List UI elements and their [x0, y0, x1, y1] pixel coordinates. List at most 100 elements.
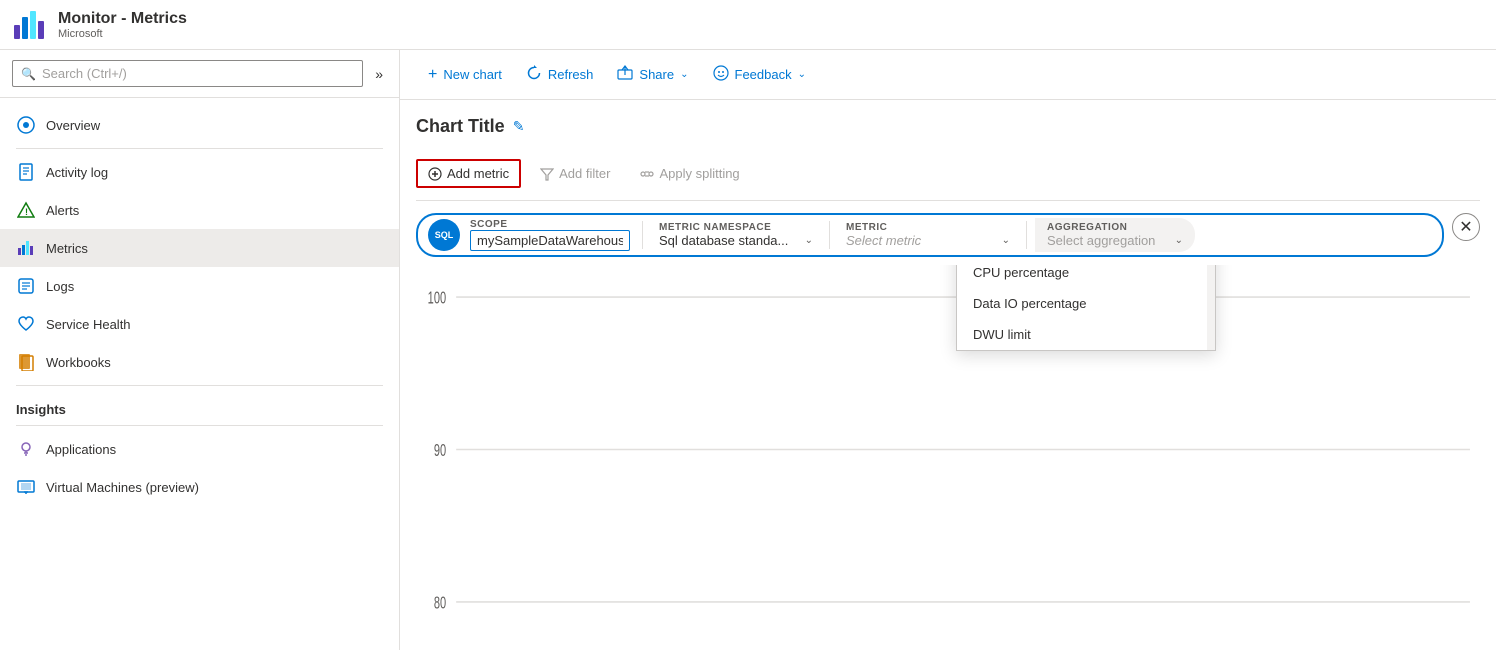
svg-text:80: 80	[434, 594, 446, 613]
search-box[interactable]: 🔍 Search (Ctrl+/)	[12, 60, 363, 87]
metric-group: METRIC Select metric ⌄	[838, 222, 1018, 248]
feedback-icon	[713, 65, 729, 84]
chart-area: Chart Title ✎ Add metric Add filter Appl…	[400, 100, 1496, 650]
namespace-select[interactable]: Sql database standa... ⌄	[659, 233, 813, 248]
heart-icon	[16, 314, 36, 334]
namespace-label: METRIC NAMESPACE	[659, 222, 809, 233]
chart-svg: 100 90 80	[416, 265, 1480, 634]
alerts-label: Alerts	[46, 203, 79, 218]
new-chart-button[interactable]: + New chart	[416, 60, 514, 90]
service-health-label: Service Health	[46, 317, 131, 332]
refresh-icon	[526, 65, 542, 84]
refresh-label: Refresh	[548, 67, 594, 82]
field-separator-1	[642, 221, 643, 249]
edit-title-icon[interactable]: ✎	[513, 118, 525, 135]
sidebar-item-overview[interactable]: Overview	[0, 106, 399, 144]
content-toolbar: + New chart Refresh Share ⌄	[400, 50, 1496, 100]
metric-chevron-icon: ⌄	[1002, 235, 1010, 246]
sidebar-item-workbooks[interactable]: Workbooks	[0, 343, 399, 381]
logs-label: Logs	[46, 279, 74, 294]
share-button[interactable]: Share ⌄	[605, 59, 700, 90]
field-separator-2	[829, 221, 830, 249]
circle-icon	[16, 115, 36, 135]
logs-icon	[16, 276, 36, 296]
dropdown-item-data-io-percentage[interactable]: Data IO percentage	[957, 288, 1215, 319]
feedback-button[interactable]: Feedback ⌄	[701, 59, 818, 90]
chart-title: Chart Title	[416, 116, 505, 137]
search-placeholder: Search (Ctrl+/)	[42, 66, 127, 81]
add-metric-label: Add metric	[447, 166, 509, 181]
svg-text:90: 90	[434, 442, 446, 461]
remove-metric-button[interactable]: ✕	[1452, 213, 1480, 241]
sidebar-item-virtual-machines[interactable]: Virtual Machines (preview)	[0, 468, 399, 506]
sidebar-item-metrics[interactable]: Metrics	[0, 229, 399, 267]
app-title: Monitor - Metrics	[58, 10, 187, 28]
content-area: + New chart Refresh Share ⌄	[400, 50, 1496, 650]
sidebar-item-service-health[interactable]: Service Health	[0, 305, 399, 343]
sidebar-item-alerts[interactable]: ! Alerts	[0, 191, 399, 229]
add-filter-label: Add filter	[559, 166, 610, 181]
plus-icon: +	[428, 66, 437, 84]
app-subtitle: Microsoft	[58, 28, 187, 40]
sidebar-item-activity-log[interactable]: Activity log	[0, 153, 399, 191]
main-layout: 🔍 Search (Ctrl+/) » Overview Activity lo…	[0, 50, 1496, 650]
dropdown-item-cpu-percentage[interactable]: CPU percentage	[957, 265, 1215, 288]
chart-icon	[16, 238, 36, 258]
aggregation-label: AGGREGATION	[1047, 222, 1179, 233]
add-filter-icon	[540, 167, 554, 181]
collapse-sidebar-button[interactable]: »	[371, 62, 387, 86]
scope-label: SCOPE	[470, 219, 626, 230]
add-metric-button[interactable]: Add metric	[416, 159, 521, 188]
aggregation-chevron-icon: ⌄	[1175, 235, 1183, 246]
metric-label: METRIC	[846, 222, 1006, 233]
aggregation-select[interactable]: Select aggregation ⌄	[1047, 233, 1183, 248]
metric-placeholder: Select metric	[846, 233, 921, 248]
share-label: Share	[639, 67, 674, 82]
dropdown-item-dwu-limit[interactable]: DWU limit	[957, 319, 1215, 350]
add-metric-icon	[428, 167, 442, 181]
aggregation-placeholder: Select aggregation	[1047, 233, 1155, 248]
namespace-chevron-icon: ⌄	[805, 235, 813, 246]
activity-log-label: Activity log	[46, 165, 108, 180]
sidebar-nav: Overview Activity log ! Alerts	[0, 98, 399, 514]
share-chevron-icon: ⌄	[680, 69, 688, 80]
chart-grid: 100 90 80 BASIC Active queries Blocked b…	[416, 265, 1480, 634]
metric-row: SQL SCOPE METRIC NAMESPACE Sql database …	[416, 213, 1444, 257]
apply-splitting-button[interactable]: Apply splitting	[629, 160, 750, 187]
aggregation-group: AGGREGATION Select aggregation ⌄	[1035, 218, 1195, 252]
apply-splitting-icon	[640, 167, 654, 181]
sidebar-divider-3	[16, 425, 383, 426]
share-icon	[617, 65, 633, 84]
metric-controls-bar: Add metric Add filter Apply splitting	[416, 151, 1480, 201]
app-header: Monitor - Metrics Microsoft	[0, 0, 1496, 50]
metrics-label: Metrics	[46, 241, 88, 256]
apply-splitting-label: Apply splitting	[659, 166, 739, 181]
field-separator-3	[1026, 221, 1027, 249]
alert-icon: !	[16, 200, 36, 220]
svg-text:!: !	[25, 207, 28, 217]
scope-group: SCOPE	[466, 219, 634, 251]
overview-label: Overview	[46, 118, 100, 133]
sidebar-item-logs[interactable]: Logs	[0, 267, 399, 305]
sidebar-divider-2	[16, 385, 383, 386]
workbooks-label: Workbooks	[46, 355, 111, 370]
metric-dropdown: BASIC Active queries Blocked by Firewall…	[956, 265, 1216, 351]
sidebar-item-applications[interactable]: Applications	[0, 430, 399, 468]
chart-title-row: Chart Title ✎	[416, 116, 1480, 137]
applications-label: Applications	[46, 442, 116, 457]
document-icon	[16, 162, 36, 182]
workbooks-icon	[16, 352, 36, 372]
add-filter-button[interactable]: Add filter	[529, 160, 621, 187]
sidebar-search: 🔍 Search (Ctrl+/) »	[0, 50, 399, 98]
sidebar: 🔍 Search (Ctrl+/) » Overview Activity lo…	[0, 50, 400, 650]
scope-input[interactable]	[470, 230, 630, 251]
sidebar-divider-1	[16, 148, 383, 149]
metric-select[interactable]: Select metric ⌄	[846, 233, 1010, 248]
vm-icon	[16, 477, 36, 497]
app-title-block: Monitor - Metrics Microsoft	[58, 10, 187, 40]
feedback-label: Feedback	[735, 67, 792, 82]
feedback-chevron-icon: ⌄	[798, 69, 806, 80]
metric-row-container: SQL SCOPE METRIC NAMESPACE Sql database …	[416, 213, 1480, 257]
refresh-button[interactable]: Refresh	[514, 59, 606, 90]
svg-text:100: 100	[428, 289, 446, 308]
